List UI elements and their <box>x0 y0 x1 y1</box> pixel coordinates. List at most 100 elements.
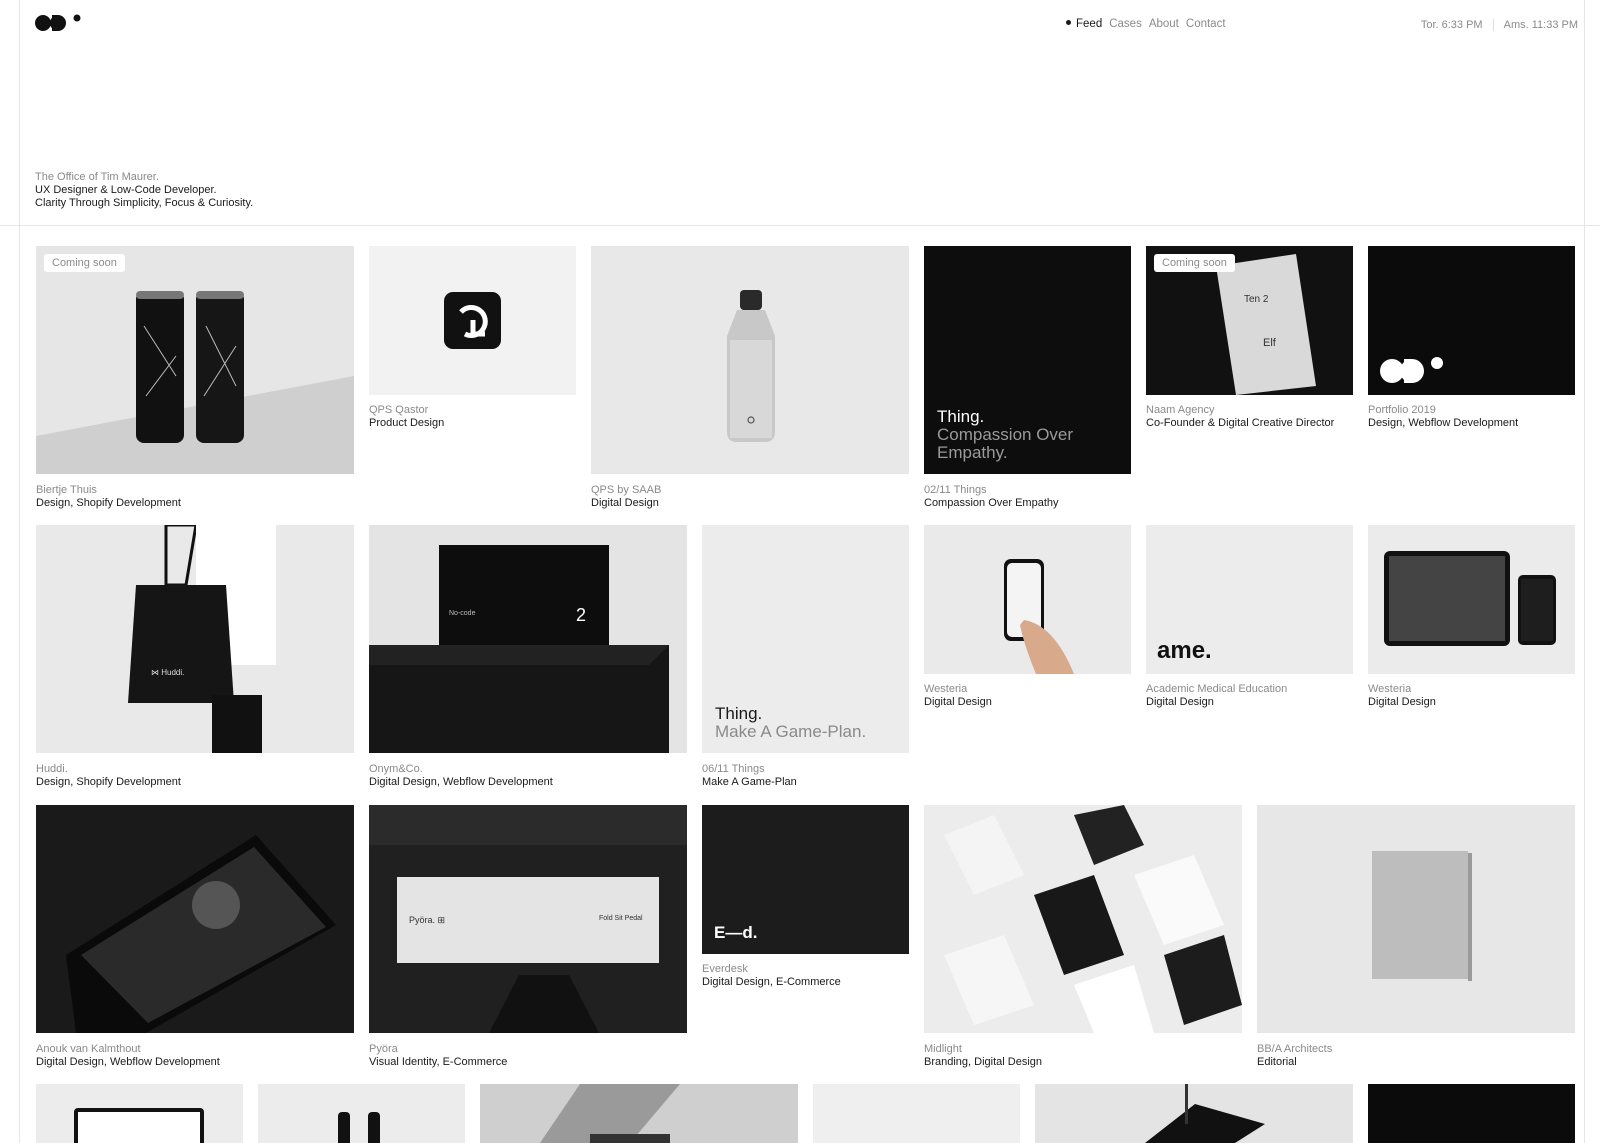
card-title: Westeria <box>924 683 968 695</box>
site-header: Feed Cases About Contact Tor. 6:33 PM Am… <box>0 0 1600 226</box>
card-partial-3[interactable] <box>480 1084 798 1143</box>
card-caption: Anouk van Kalmthout Digital Design, Webf… <box>36 1043 220 1068</box>
card-image <box>1368 1084 1575 1143</box>
nav-about[interactable]: About <box>1149 18 1179 30</box>
intro-line-2: UX Designer & Low-Code Developer. <box>35 184 217 196</box>
card-title: Biertje Thuis <box>36 484 97 496</box>
card-title: QPS by SAAB <box>591 484 662 496</box>
card-caption: Westeria Digital Design <box>1368 683 1436 708</box>
card-subtitle: Visual Identity, E-Commerce <box>369 1055 508 1068</box>
card-westeria-2[interactable]: Westeria Digital Design <box>1368 525 1575 709</box>
clock-amsterdam: Ams. 11:33 PM <box>1503 19 1578 31</box>
card-caption: 06/11 Things Make A Game-Plan <box>702 763 797 788</box>
card-subtitle: Digital Design, Webflow Development <box>369 775 553 788</box>
card-caption: Huddi. Design, Shopify Development <box>36 763 181 788</box>
card-naam-agency[interactable]: Ten 2 Elf Coming soon Naam Agency Co-Fou… <box>1146 246 1353 430</box>
card-title: Westeria <box>1368 683 1412 695</box>
card-subtitle: Make A Game-Plan <box>702 775 797 788</box>
things-line-1: Compassion Over <box>937 425 1074 444</box>
svg-text:⋈ Huddi.: ⋈ Huddi. <box>151 668 184 677</box>
card-anouk-van-kalmthout[interactable]: Anouk van Kalmthout Digital Design, Webf… <box>36 805 354 1068</box>
coming-soon-badge: Coming soon <box>44 254 125 272</box>
things-line-2: Empathy. <box>937 443 1008 462</box>
card-subtitle: Design, Webflow Development <box>1368 416 1519 429</box>
svg-text:2: 2 <box>576 605 586 625</box>
things-heading: Thing. <box>937 407 985 426</box>
card-subtitle: Design, Shopify Development <box>36 775 181 788</box>
card-image <box>480 1084 798 1143</box>
card-caption: Everdesk Digital Design, E-Commerce <box>702 963 841 988</box>
card-image <box>258 1084 465 1143</box>
card-caption: Onym&Co. Digital Design, Webflow Develop… <box>369 763 553 788</box>
card-caption: 02/11 Things Compassion Over Empathy <box>924 484 1059 509</box>
nav-contact[interactable]: Contact <box>1186 18 1226 30</box>
card-portfolio-2019[interactable]: Portfolio 2019 Design, Webflow Developme… <box>1368 246 1575 430</box>
card-subtitle: Editorial <box>1257 1055 1297 1068</box>
card-caption: Academic Medical Education Digital Desig… <box>1146 683 1287 708</box>
card-things-06[interactable]: Thing. Make A Game-Plan. 06/11 Things Ma… <box>702 525 909 788</box>
card-bba-architects[interactable]: BB/A Architects Editorial <box>1257 805 1575 1068</box>
card-partial-6[interactable] <box>1368 1084 1575 1143</box>
card-image <box>369 246 576 395</box>
card-title: Onym&Co. <box>369 763 423 775</box>
nav-feed[interactable]: Feed <box>1066 18 1102 30</box>
card-subtitle: Co-Founder & Digital Creative Director <box>1146 416 1335 429</box>
card-qps-by-saab[interactable]: QPS by SAAB Digital Design <box>591 246 909 509</box>
card-everdesk[interactable]: E—d. Everdesk Digital Design, E-Commerce <box>702 805 909 989</box>
intro-text: The Office of Tim Maurer. UX Designer & … <box>35 171 253 210</box>
card-image: Ten 2 Elf Coming soon <box>1146 246 1353 395</box>
clock-toronto: Tor. 6:33 PM <box>1420 19 1483 31</box>
card-caption: BB/A Architects Editorial <box>1257 1043 1332 1068</box>
card-title: 02/11 Things <box>924 484 987 496</box>
intro-line-3: Clarity Through Simplicity, Focus & Curi… <box>35 197 254 209</box>
coming-soon-badge: Coming soon <box>1154 254 1235 272</box>
svg-text:Elf: Elf <box>1263 337 1277 349</box>
card-caption: QPS by SAAB Digital Design <box>591 484 661 509</box>
world-clocks: Tor. 6:33 PM Ams. 11:33 PM <box>1421 19 1578 31</box>
svg-text:No-code: No-code <box>449 610 476 617</box>
nav-cases[interactable]: Cases <box>1109 18 1142 30</box>
card-title: BB/A Architects <box>1257 1043 1333 1055</box>
card-qps-qastor[interactable]: QPS Qastor Product Design <box>369 246 576 430</box>
logo[interactable] <box>35 14 83 32</box>
card-things-02[interactable]: Thing. Compassion Over Empathy. 02/11 Th… <box>924 246 1131 509</box>
card-subtitle: Product Design <box>369 416 445 429</box>
card-caption: Midlight Branding, Digital Design <box>924 1043 1042 1068</box>
card-partial-5[interactable] <box>1035 1084 1353 1143</box>
card-image <box>813 1084 1020 1143</box>
card-image <box>1368 246 1575 395</box>
card-midlight[interactable]: Midlight Branding, Digital Design <box>924 805 1242 1068</box>
card-subtitle: Digital Design <box>1146 695 1214 708</box>
card-subtitle: Digital Design <box>591 496 659 509</box>
card-subtitle: Compassion Over Empathy <box>924 496 1059 509</box>
card-pyora[interactable]: Pyöra. ⊞ Fold Sit Pedal Pyöra Visual Ide… <box>369 805 687 1068</box>
card-caption: Portfolio 2019 Design, Webflow Developme… <box>1368 404 1518 429</box>
card-partial-4[interactable] <box>813 1084 1020 1143</box>
card-title: QPS Qastor <box>369 404 429 416</box>
card-onym-co[interactable]: 2 No-code Onym&Co. Digital Design, Webfl… <box>369 525 687 788</box>
card-biertje-thuis[interactable]: Coming soon Biertje Thuis Design, Shopif… <box>36 246 354 509</box>
card-huddi[interactable]: ⋈ Huddi. Huddi. Design, Shopify Developm… <box>36 525 354 788</box>
card-image <box>36 1084 243 1143</box>
pyora-sign-left: Pyöra. ⊞ <box>409 915 446 925</box>
card-subtitle: Digital Design <box>924 695 992 708</box>
card-subtitle: Digital Design, E-Commerce <box>702 975 841 988</box>
card-image: Pyöra. ⊞ Fold Sit Pedal <box>369 805 687 1033</box>
card-caption: Pyöra Visual Identity, E-Commerce <box>369 1043 507 1068</box>
card-academic-medical-education[interactable]: ame. Academic Medical Education Digital … <box>1146 525 1353 709</box>
svg-text:Ten 2: Ten 2 <box>1244 294 1269 305</box>
card-image: Coming soon <box>36 246 354 474</box>
everdesk-wordmark: E—d. <box>714 923 758 942</box>
card-title: Midlight <box>924 1043 962 1055</box>
card-westeria-1[interactable]: Westeria Digital Design <box>924 525 1131 709</box>
card-partial-2[interactable] <box>258 1084 465 1143</box>
card-caption: Naam Agency Co-Founder & Digital Creativ… <box>1146 404 1334 429</box>
card-image <box>1035 1084 1353 1143</box>
card-caption: Biertje Thuis Design, Shopify Developmen… <box>36 484 181 509</box>
pyora-sign-right: Fold Sit Pedal <box>599 915 643 922</box>
card-partial-1[interactable] <box>36 1084 243 1143</box>
card-image: ⋈ Huddi. <box>36 525 354 753</box>
card-title: Academic Medical Education <box>1146 683 1288 695</box>
card-image: 2 No-code <box>369 525 687 753</box>
ame-wordmark: ame. <box>1157 637 1212 664</box>
